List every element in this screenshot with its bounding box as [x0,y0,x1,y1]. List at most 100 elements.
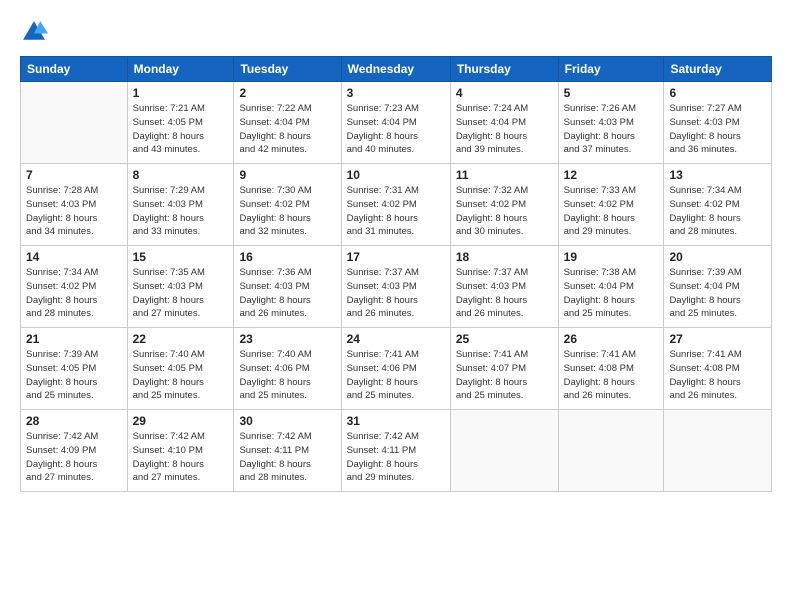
day-info: Sunrise: 7:27 AM Sunset: 4:03 PM Dayligh… [669,102,766,157]
day-info: Sunrise: 7:38 AM Sunset: 4:04 PM Dayligh… [564,266,659,321]
calendar-day-cell: 3 Sunrise: 7:23 AM Sunset: 4:04 PM Daylig… [341,82,450,164]
day-info: Sunrise: 7:41 AM Sunset: 4:06 PM Dayligh… [347,348,445,403]
calendar-day-cell: 27 Sunrise: 7:41 AM Sunset: 4:08 PM Dayli… [664,328,772,410]
calendar-day-cell: 23 Sunrise: 7:40 AM Sunset: 4:06 PM Dayli… [234,328,341,410]
day-number: 14 [26,250,122,264]
day-number: 24 [347,332,445,346]
calendar-header-row: SundayMondayTuesdayWednesdayThursdayFrid… [21,57,772,82]
day-info: Sunrise: 7:23 AM Sunset: 4:04 PM Dayligh… [347,102,445,157]
logo-icon [20,18,48,46]
calendar-day-cell: 15 Sunrise: 7:35 AM Sunset: 4:03 PM Dayli… [127,246,234,328]
calendar-day-cell: 18Sunrise: 7:37 AM Sunset: 4:03 PM Dayli… [450,246,558,328]
calendar-day-cell [21,82,128,164]
calendar-day-cell: 28 Sunrise: 7:42 AM Sunset: 4:09 PM Dayli… [21,410,128,492]
calendar-day-cell: 8 Sunrise: 7:29 AM Sunset: 4:03 PM Daylig… [127,164,234,246]
day-info: Sunrise: 7:40 AM Sunset: 4:05 PM Dayligh… [133,348,229,403]
calendar-day-cell: 4 Sunrise: 7:24 AM Sunset: 4:04 PM Daylig… [450,82,558,164]
calendar-day-cell: 1 Sunrise: 7:21 AM Sunset: 4:05 PM Daylig… [127,82,234,164]
day-info: Sunrise: 7:34 AM Sunset: 4:02 PM Dayligh… [26,266,122,321]
day-number: 18 [456,250,553,264]
day-number: 4 [456,86,553,100]
calendar-day-cell: 30 Sunrise: 7:42 AM Sunset: 4:11 PM Dayli… [234,410,341,492]
weekday-header: Monday [127,57,234,82]
day-info: Sunrise: 7:40 AM Sunset: 4:06 PM Dayligh… [239,348,335,403]
day-info: Sunrise: 7:41 AM Sunset: 4:08 PM Dayligh… [669,348,766,403]
day-number: 20 [669,250,766,264]
day-number: 1 [133,86,229,100]
weekday-header: Friday [558,57,664,82]
day-info: Sunrise: 7:39 AM Sunset: 4:04 PM Dayligh… [669,266,766,321]
day-number: 25 [456,332,553,346]
calendar-day-cell: 10 Sunrise: 7:31 AM Sunset: 4:02 PM Dayli… [341,164,450,246]
calendar-day-cell: 14 Sunrise: 7:34 AM Sunset: 4:02 PM Dayli… [21,246,128,328]
day-number: 8 [133,168,229,182]
day-number: 15 [133,250,229,264]
day-info: Sunrise: 7:42 AM Sunset: 4:11 PM Dayligh… [347,430,445,485]
day-info: Sunrise: 7:37 AM Sunset: 4:03 PM Dayligh… [347,266,445,321]
calendar-day-cell: 19 Sunrise: 7:38 AM Sunset: 4:04 PM Dayli… [558,246,664,328]
weekday-header: Wednesday [341,57,450,82]
day-number: 28 [26,414,122,428]
day-info: Sunrise: 7:41 AM Sunset: 4:07 PM Dayligh… [456,348,553,403]
day-number: 21 [26,332,122,346]
day-info: Sunrise: 7:30 AM Sunset: 4:02 PM Dayligh… [239,184,335,239]
calendar-week-row: 21 Sunrise: 7:39 AM Sunset: 4:05 PM Dayli… [21,328,772,410]
day-number: 9 [239,168,335,182]
calendar-day-cell [558,410,664,492]
calendar-table: SundayMondayTuesdayWednesdayThursdayFrid… [20,56,772,492]
calendar-week-row: 1 Sunrise: 7:21 AM Sunset: 4:05 PM Daylig… [21,82,772,164]
calendar-day-cell: 29 Sunrise: 7:42 AM Sunset: 4:10 PM Dayli… [127,410,234,492]
day-info: Sunrise: 7:29 AM Sunset: 4:03 PM Dayligh… [133,184,229,239]
day-info: Sunrise: 7:42 AM Sunset: 4:10 PM Dayligh… [133,430,229,485]
day-number: 27 [669,332,766,346]
calendar-day-cell: 25 Sunrise: 7:41 AM Sunset: 4:07 PM Dayli… [450,328,558,410]
calendar-day-cell: 26Sunrise: 7:41 AM Sunset: 4:08 PM Dayli… [558,328,664,410]
day-number: 12 [564,168,659,182]
calendar-day-cell: 9 Sunrise: 7:30 AM Sunset: 4:02 PM Daylig… [234,164,341,246]
day-number: 31 [347,414,445,428]
calendar-day-cell: 11Sunrise: 7:32 AM Sunset: 4:02 PM Dayli… [450,164,558,246]
header [20,18,772,46]
calendar-week-row: 7Sunrise: 7:28 AM Sunset: 4:03 PM Daylig… [21,164,772,246]
day-number: 3 [347,86,445,100]
day-number: 5 [564,86,659,100]
calendar-week-row: 14 Sunrise: 7:34 AM Sunset: 4:02 PM Dayli… [21,246,772,328]
day-info: Sunrise: 7:42 AM Sunset: 4:09 PM Dayligh… [26,430,122,485]
day-number: 22 [133,332,229,346]
calendar-day-cell: 24 Sunrise: 7:41 AM Sunset: 4:06 PM Dayli… [341,328,450,410]
day-number: 29 [133,414,229,428]
day-info: Sunrise: 7:42 AM Sunset: 4:11 PM Dayligh… [239,430,335,485]
day-number: 10 [347,168,445,182]
day-info: Sunrise: 7:35 AM Sunset: 4:03 PM Dayligh… [133,266,229,321]
day-number: 23 [239,332,335,346]
day-number: 6 [669,86,766,100]
calendar-day-cell [664,410,772,492]
day-number: 2 [239,86,335,100]
weekday-header: Thursday [450,57,558,82]
logo [20,18,54,46]
calendar-day-cell: 31 Sunrise: 7:42 AM Sunset: 4:11 PM Dayli… [341,410,450,492]
day-info: Sunrise: 7:21 AM Sunset: 4:05 PM Dayligh… [133,102,229,157]
calendar-day-cell: 12 Sunrise: 7:33 AM Sunset: 4:02 PM Dayli… [558,164,664,246]
day-info: Sunrise: 7:41 AM Sunset: 4:08 PM Dayligh… [564,348,659,403]
weekday-header: Sunday [21,57,128,82]
day-info: Sunrise: 7:39 AM Sunset: 4:05 PM Dayligh… [26,348,122,403]
calendar-day-cell: 20 Sunrise: 7:39 AM Sunset: 4:04 PM Dayli… [664,246,772,328]
day-number: 30 [239,414,335,428]
calendar-day-cell: 22 Sunrise: 7:40 AM Sunset: 4:05 PM Dayli… [127,328,234,410]
calendar-day-cell: 2Sunrise: 7:22 AM Sunset: 4:04 PM Daylig… [234,82,341,164]
calendar-day-cell: 5 Sunrise: 7:26 AM Sunset: 4:03 PM Daylig… [558,82,664,164]
calendar-day-cell: 13Sunrise: 7:34 AM Sunset: 4:02 PM Dayli… [664,164,772,246]
day-number: 17 [347,250,445,264]
calendar-day-cell: 17 Sunrise: 7:37 AM Sunset: 4:03 PM Dayli… [341,246,450,328]
day-number: 11 [456,168,553,182]
day-info: Sunrise: 7:24 AM Sunset: 4:04 PM Dayligh… [456,102,553,157]
calendar-week-row: 28 Sunrise: 7:42 AM Sunset: 4:09 PM Dayli… [21,410,772,492]
day-info: Sunrise: 7:26 AM Sunset: 4:03 PM Dayligh… [564,102,659,157]
day-number: 13 [669,168,766,182]
page: SundayMondayTuesdayWednesdayThursdayFrid… [0,0,792,612]
weekday-header: Tuesday [234,57,341,82]
day-info: Sunrise: 7:31 AM Sunset: 4:02 PM Dayligh… [347,184,445,239]
day-number: 19 [564,250,659,264]
day-info: Sunrise: 7:33 AM Sunset: 4:02 PM Dayligh… [564,184,659,239]
